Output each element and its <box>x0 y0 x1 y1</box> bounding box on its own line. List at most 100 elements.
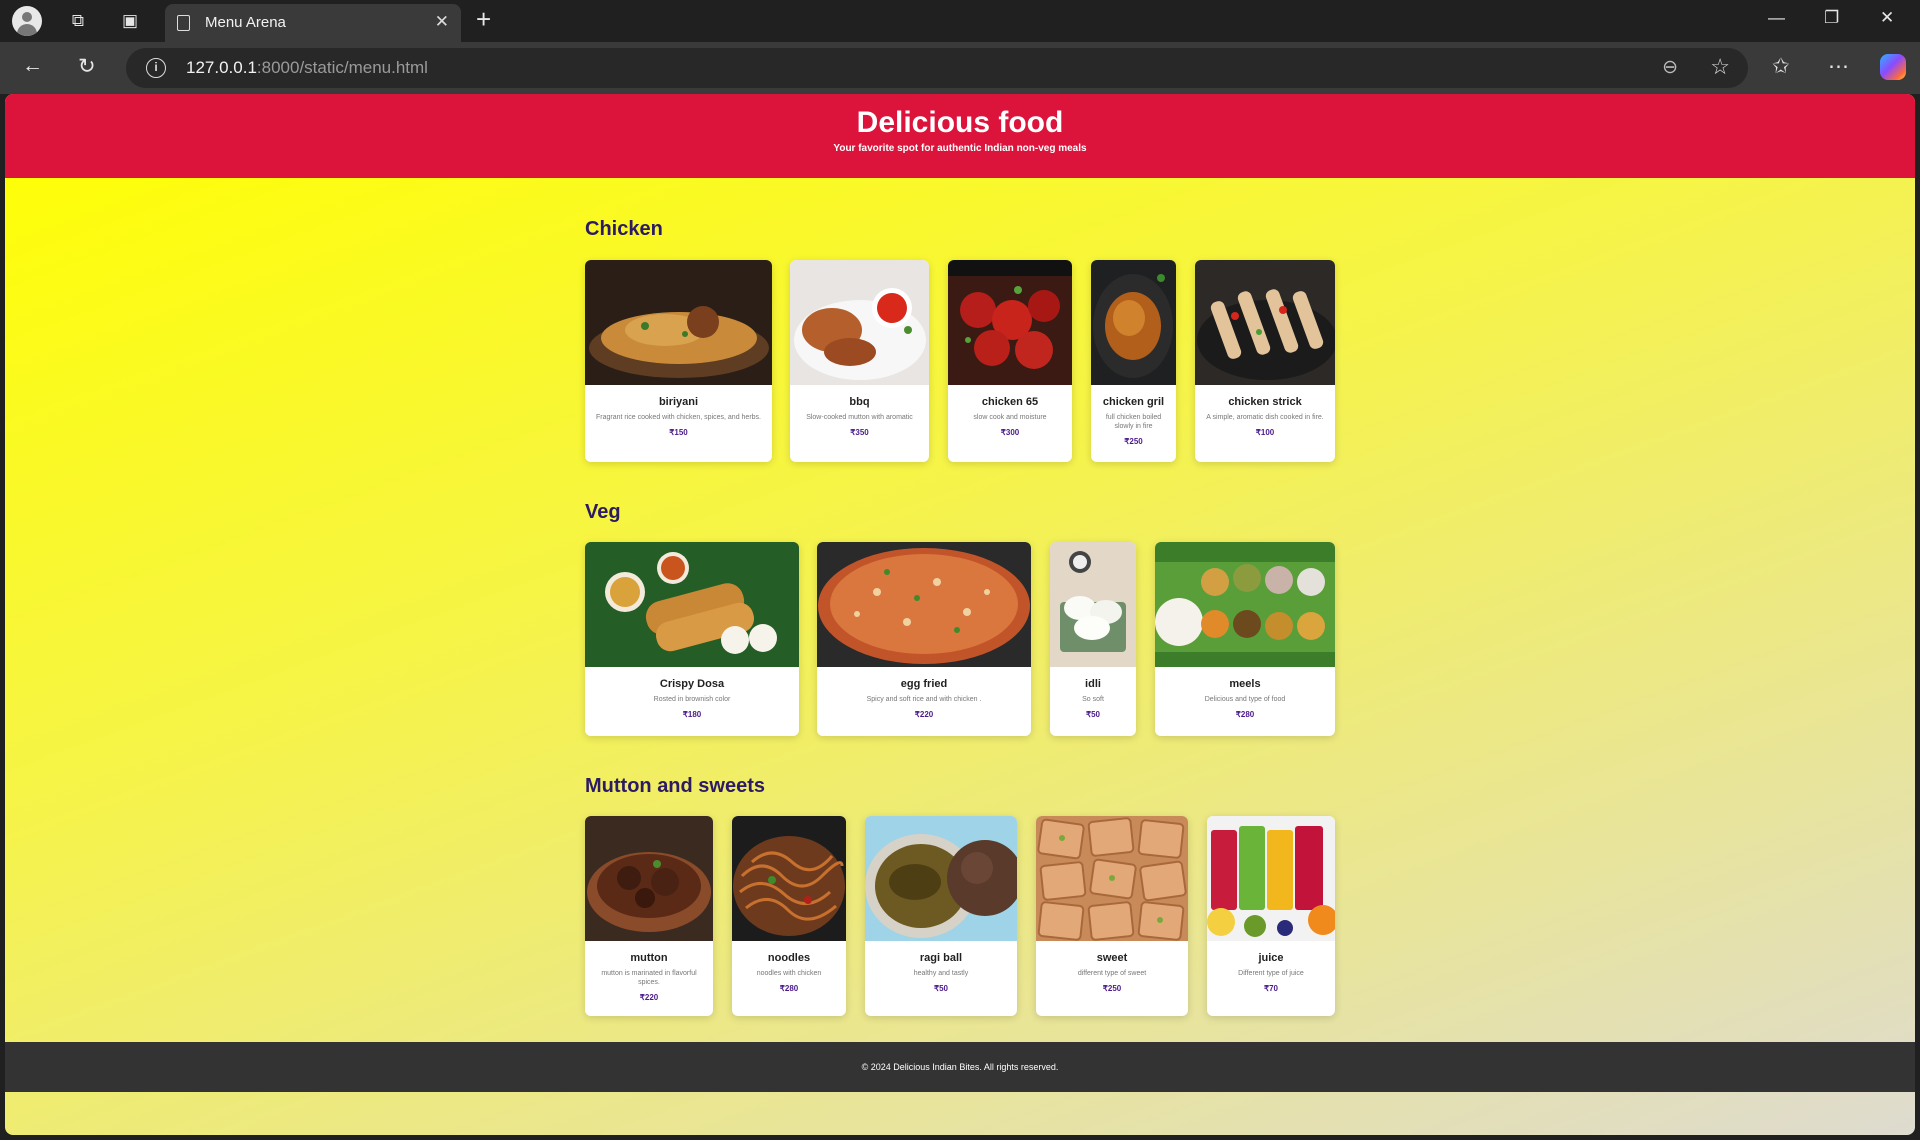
item-name: chicken 65 <box>981 396 1039 408</box>
item-name: chicken gril <box>1102 396 1165 408</box>
bbq-image <box>790 260 929 385</box>
item-description: Spicy and soft rice and with chicken . <box>866 696 982 703</box>
site-header: Delicious food Your favorite spot for au… <box>5 94 1915 178</box>
menu-card-idli[interactable]: idli So soft ₹50 <box>1050 542 1136 736</box>
item-name: bbq <box>849 396 870 408</box>
item-price: ₹50 <box>934 984 948 993</box>
site-footer: © 2024 Delicious Indian Bites. All right… <box>5 1042 1915 1092</box>
item-name: egg fried <box>900 678 948 690</box>
item-price: ₹250 <box>1124 437 1143 446</box>
item-description: Fragrant rice cooked with chicken, spice… <box>596 414 761 421</box>
site-title: Delicious food <box>856 106 1064 139</box>
item-price: ₹50 <box>1086 710 1100 719</box>
tab-title: Menu Arena <box>205 14 286 31</box>
item-price: ₹180 <box>682 710 702 719</box>
menu-card-noodles[interactable]: noodles noodles with chicken ₹280 <box>732 816 846 1016</box>
browser-nav-bar: ← ↻ i 127.0.0.1:8000/static/menu.html ⊖ … <box>0 42 1920 94</box>
item-description: healthy and tastly <box>913 970 969 977</box>
menu-card-chicken-strick[interactable]: chicken strick A simple, aromatic dish c… <box>1195 260 1335 462</box>
menu-card-sweet[interactable]: sweet different type of sweet ₹250 <box>1036 816 1188 1016</box>
item-name: biriyani <box>658 396 699 408</box>
page-viewport: Delicious food Your favorite spot for au… <box>5 94 1915 1135</box>
section-title-veg: Veg <box>585 501 621 523</box>
item-price: ₹280 <box>1235 710 1255 719</box>
item-description: noodles with chicken <box>756 970 822 977</box>
address-bar[interactable]: i 127.0.0.1:8000/static/menu.html ⊖ ☆ <box>126 48 1748 88</box>
menu-card-mutton[interactable]: mutton mutton is marinated in flavorful … <box>585 816 713 1016</box>
item-price: ₹350 <box>850 428 869 437</box>
restore-icon[interactable]: ❐ <box>1824 8 1839 28</box>
tab-actions-icon[interactable]: ▣ <box>114 6 146 36</box>
chicken-gril-image <box>1091 260 1176 385</box>
juice-image <box>1207 816 1335 941</box>
copilot-icon[interactable] <box>1880 54 1906 80</box>
minimize-icon[interactable]: — <box>1768 8 1785 28</box>
zoom-icon[interactable]: ⊖ <box>1662 56 1678 79</box>
copyright-text: © 2024 Delicious Indian Bites. All right… <box>861 1062 1059 1072</box>
item-description: So soft <box>1082 696 1104 703</box>
menu-card-chicken-65[interactable]: chicken 65 slow cook and moisture ₹300 <box>948 260 1072 462</box>
item-name: idli <box>1085 678 1101 690</box>
chicken-65-image <box>948 260 1072 385</box>
crispy-dosa-image <box>585 542 799 667</box>
section-title-mutton-and-sweets: Mutton and sweets <box>585 775 766 797</box>
site-subtitle: Your favorite spot for authentic Indian … <box>833 143 1087 154</box>
item-price: ₹70 <box>1264 984 1278 993</box>
close-window-icon[interactable]: ✕ <box>1880 8 1894 28</box>
menu-card-ragi-ball[interactable]: ragi ball healthy and tastly ₹50 <box>865 816 1017 1016</box>
url-text[interactable]: 127.0.0.1:8000/static/menu.html <box>186 58 428 78</box>
item-name: Crispy Dosa <box>659 678 725 690</box>
menu-card-chicken-gril[interactable]: chicken gril full chicken boiled slowly … <box>1091 260 1176 462</box>
item-name: meels <box>1229 678 1261 690</box>
item-description: Delicious and type of food <box>1204 696 1286 703</box>
menu-card-juice[interactable]: juice Different type of juice ₹70 <box>1207 816 1335 1016</box>
sweet-image <box>1036 816 1188 941</box>
menu-card-bbq[interactable]: bbq Slow-cooked mutton with aromatic ₹35… <box>790 260 929 462</box>
item-name: juice <box>1258 952 1284 964</box>
item-description: slow cook and moisture <box>973 414 1047 421</box>
item-description: full chicken boiled slowly in fire <box>1105 414 1162 430</box>
biriyani-image <box>585 260 772 385</box>
ragi-ball-image <box>865 816 1017 941</box>
item-price: ₹150 <box>669 428 688 437</box>
item-description: Slow-cooked mutton with aromatic <box>806 414 913 421</box>
item-price: ₹100 <box>1255 428 1275 437</box>
item-name: sweet <box>1096 952 1128 964</box>
site-info-icon[interactable]: i <box>146 58 166 78</box>
workspaces-icon[interactable]: ⧉ <box>62 6 94 36</box>
noodles-image <box>732 816 846 941</box>
item-description: mutton is marinated in flavorful spices. <box>601 970 697 986</box>
item-price: ₹280 <box>779 984 799 993</box>
item-name: ragi ball <box>919 952 963 964</box>
more-options-icon[interactable]: ⋯ <box>1828 54 1849 79</box>
item-description: Different type of juice <box>1238 970 1304 977</box>
item-description: A simple, aromatic dish cooked in fire. <box>1206 414 1324 421</box>
mutton-image <box>585 816 713 941</box>
refresh-icon[interactable]: ↻ <box>78 54 96 79</box>
profile-avatar[interactable] <box>12 6 42 36</box>
new-tab-icon[interactable]: + <box>476 4 491 35</box>
menu-card-egg-fried[interactable]: egg fried Spicy and soft rice and with c… <box>817 542 1031 736</box>
item-price: ₹220 <box>639 993 659 1002</box>
browser-tab-bar: ⧉ ▣ Menu Arena ✕ + — ❐ ✕ <box>0 0 1920 42</box>
tab-menu-arena[interactable]: Menu Arena ✕ <box>165 4 461 42</box>
item-description: different type of sweet <box>1077 970 1147 977</box>
meels-image <box>1155 542 1335 667</box>
menu-card-meels[interactable]: meels Delicious and type of food ₹280 <box>1155 542 1335 736</box>
idli-image <box>1050 542 1136 667</box>
back-icon[interactable]: ← <box>22 54 43 78</box>
favorite-star-icon[interactable]: ☆ <box>1710 54 1730 80</box>
close-tab-icon[interactable]: ✕ <box>435 12 449 32</box>
chicken-strick-image <box>1195 260 1335 385</box>
section-title-chicken: Chicken <box>585 218 663 240</box>
favorites-icon[interactable]: ✩ <box>1772 54 1790 79</box>
page-icon <box>177 15 190 31</box>
menu-card-crispy-dosa[interactable]: Crispy Dosa Rosted in brownish color ₹18… <box>585 542 799 736</box>
item-price: ₹250 <box>1102 984 1122 993</box>
item-name: mutton <box>630 952 668 964</box>
item-name: noodles <box>767 952 811 964</box>
item-name: chicken strick <box>1228 396 1302 408</box>
item-description: Rosted in brownish color <box>653 696 731 703</box>
menu-card-biriyani[interactable]: biriyani Fragrant rice cooked with chick… <box>585 260 772 462</box>
egg-fried-image <box>817 542 1031 667</box>
